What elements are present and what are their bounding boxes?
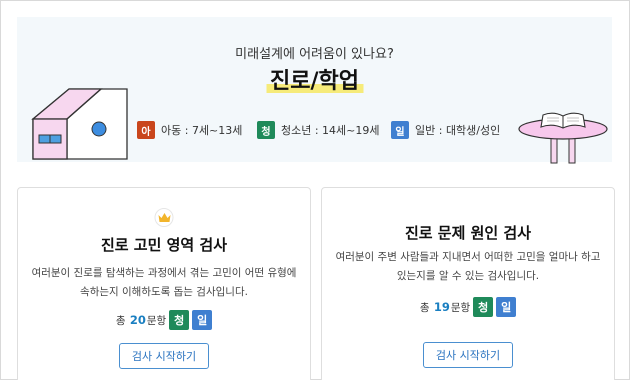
page-title: 진로/학업 — [266, 63, 363, 95]
card-description: 여러분이 주변 사람들과 지내면서 어떠한 고민을 얼마나 하고 있는지를 알 … — [322, 248, 614, 286]
card-desc-line: 속하는지 이해하도록 돕는 검사입니다. — [80, 286, 248, 298]
card-description: 여러분이 진로를 탐색하는 과정에서 겪는 고민이 어떤 유형에 속하는지 이해… — [18, 264, 310, 302]
card-desc-line: 여러분이 주변 사람들과 지내면서 어떠한 고민을 얼마나 하고 — [335, 251, 601, 263]
card-title: 진로 고민 영역 검사 — [100, 236, 228, 254]
legend-adult: 일 일반 : 대학생/성인 — [391, 121, 500, 139]
legend-child: 아 아동 : 7세~13세 — [137, 121, 242, 139]
count-prefix: 총 — [419, 301, 430, 314]
legend-child-text: 아동 : 7세~13세 — [161, 124, 243, 137]
test-card-career-cause[interactable]: 진로 문제 원인 검사 여러분이 주변 사람들과 지내면서 어떠한 고민을 얼마… — [321, 187, 615, 380]
count-number: 19 — [433, 300, 450, 314]
card-desc-line: 여러분이 진로를 탐색하는 과정에서 겪는 고민이 어떤 유형에 — [31, 267, 297, 279]
page-title-text: 진로/학업 — [270, 69, 359, 94]
badge-youth: 청 — [257, 121, 275, 139]
tag-adult: 일 — [496, 297, 517, 317]
count-suffix: 문항 — [450, 301, 471, 314]
test-card-career-concern[interactable]: 진로 고민 영역 검사 여러분이 진로를 탐색하는 과정에서 겪는 고민이 어떤… — [17, 187, 311, 380]
tag-adult: 일 — [192, 310, 213, 330]
count-suffix: 문항 — [146, 314, 167, 327]
count-number: 20 — [129, 313, 146, 327]
badge-adult: 일 — [391, 121, 409, 139]
book-table-illustration — [518, 112, 608, 164]
tag-youth: 청 — [169, 310, 190, 330]
hero-banner: 미래설계에 어려움이 있나요? 진로/학업 아 아동 : 7세~13세 청 청소… — [17, 17, 612, 164]
legend-youth: 청 청소년 : 14세~19세 — [257, 121, 380, 139]
legend-youth-text: 청소년 : 14세~19세 — [281, 124, 380, 137]
count-prefix: 총 — [115, 314, 126, 327]
question-count: 총 19 문항 청 일 — [322, 297, 614, 317]
hero-subtitle: 미래설계에 어려움이 있나요? — [235, 47, 394, 62]
tag-youth: 청 — [473, 297, 494, 317]
legend-adult-text: 일반 : 대학생/성인 — [415, 124, 501, 137]
question-count: 총 20 문항 청 일 — [18, 310, 310, 330]
house-illustration — [31, 88, 128, 160]
badge-child: 아 — [137, 121, 155, 139]
crown-icon — [154, 208, 174, 227]
card-title: 진로 문제 원인 검사 — [404, 224, 532, 242]
card-desc-line: 있는지를 알 수 있는 검사입니다. — [396, 270, 540, 282]
start-test-button[interactable]: 검사 시작하기 — [423, 342, 513, 368]
start-test-button[interactable]: 검사 시작하기 — [119, 343, 209, 369]
